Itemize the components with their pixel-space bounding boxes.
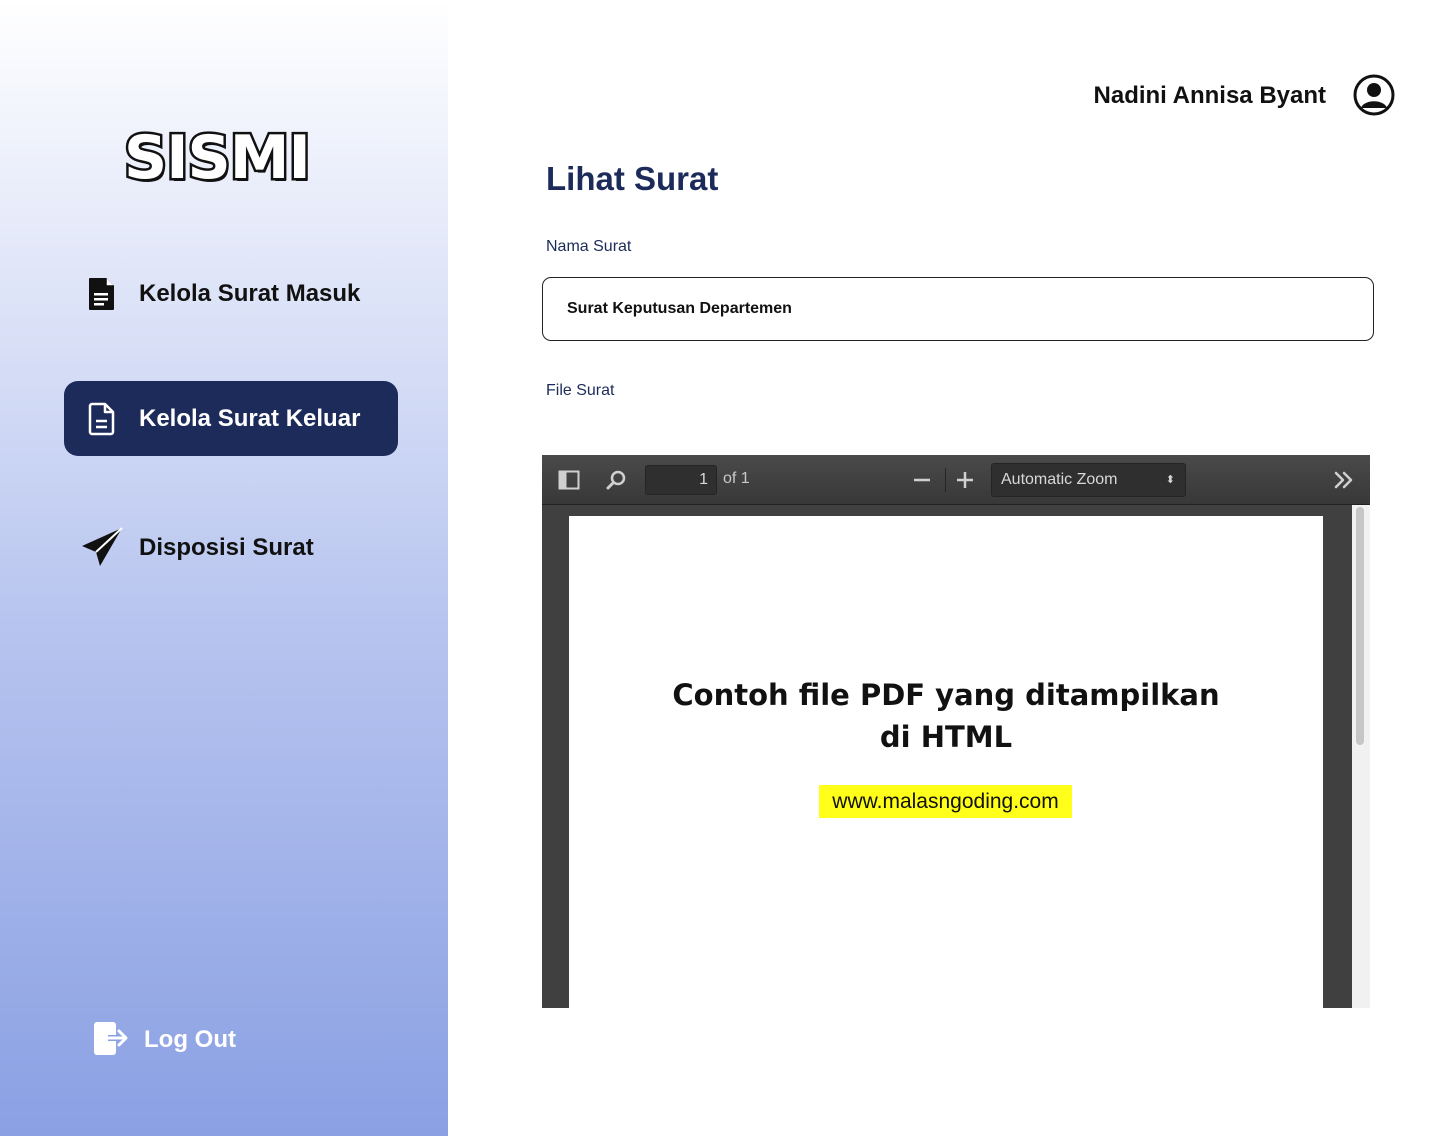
toolbar-divider xyxy=(945,468,946,492)
file-surat-label: File Surat xyxy=(546,382,615,399)
zoom-in-icon[interactable] xyxy=(950,465,980,495)
file-outline-icon xyxy=(80,397,124,441)
zoom-select-label: Automatic Zoom xyxy=(1001,471,1118,488)
pdf-highlighted-link: www.malasngoding.com xyxy=(819,785,1072,818)
sidebar-item-label: Kelola Surat Masuk xyxy=(139,279,361,307)
sidebar-item-disposisi-surat[interactable]: Disposisi Surat xyxy=(64,510,398,585)
sidebar-item-kelola-surat-keluar[interactable]: Kelola Surat Keluar xyxy=(64,381,398,456)
sidebar-toggle-icon[interactable] xyxy=(554,465,584,495)
double-chevron-right-icon[interactable] xyxy=(1329,465,1359,495)
app-logo: SISMI xyxy=(122,122,314,195)
pdf-toolbar: 1 of 1 Automatic Zoom ⬍ xyxy=(542,455,1370,505)
pdf-page: Contoh file PDF yang ditampilkan di HTML… xyxy=(569,516,1323,1008)
search-icon[interactable] xyxy=(601,465,631,495)
nama-surat-field[interactable]: Surat Keputusan Departemen xyxy=(542,277,1374,341)
sidebar-item-label: Disposisi Surat xyxy=(139,533,314,561)
zoom-select[interactable]: Automatic Zoom ⬍ xyxy=(991,463,1186,497)
file-text-icon xyxy=(80,272,124,316)
logout-label: Log Out xyxy=(144,1026,236,1053)
logout-button[interactable]: Log Out xyxy=(92,1018,236,1062)
pdf-viewer: 1 of 1 Automatic Zoom ⬍ Contoh file PDF … xyxy=(542,455,1370,1008)
page-number-input[interactable]: 1 xyxy=(645,465,717,495)
page-title: Lihat Surat xyxy=(546,160,719,197)
nama-surat-label: Nama Surat xyxy=(546,238,632,255)
paper-plane-icon xyxy=(80,526,124,570)
pdf-heading-line-1: Contoh file PDF yang ditampilkan xyxy=(672,678,1220,712)
pdf-scrollbar-thumb[interactable] xyxy=(1356,507,1364,745)
pdf-heading-line-2: di HTML xyxy=(879,720,1013,754)
sidebar: SISMI Kelola Surat Masuk Kelola Surat Ke… xyxy=(0,0,448,1136)
user-name: Nadini Annisa Byant xyxy=(1093,82,1326,109)
sidebar-item-label: Kelola Surat Keluar xyxy=(139,404,361,432)
logout-icon xyxy=(92,1018,130,1063)
zoom-out-icon[interactable] xyxy=(907,465,937,495)
user-circle-icon[interactable] xyxy=(1352,73,1396,117)
pdf-heading: Contoh file PDF yang ditampilkan di HTML xyxy=(569,674,1323,758)
page-count: of 1 xyxy=(723,470,750,487)
sidebar-item-kelola-surat-masuk[interactable]: Kelola Surat Masuk xyxy=(64,256,398,331)
select-arrows-icon: ⬍ xyxy=(1165,474,1175,486)
